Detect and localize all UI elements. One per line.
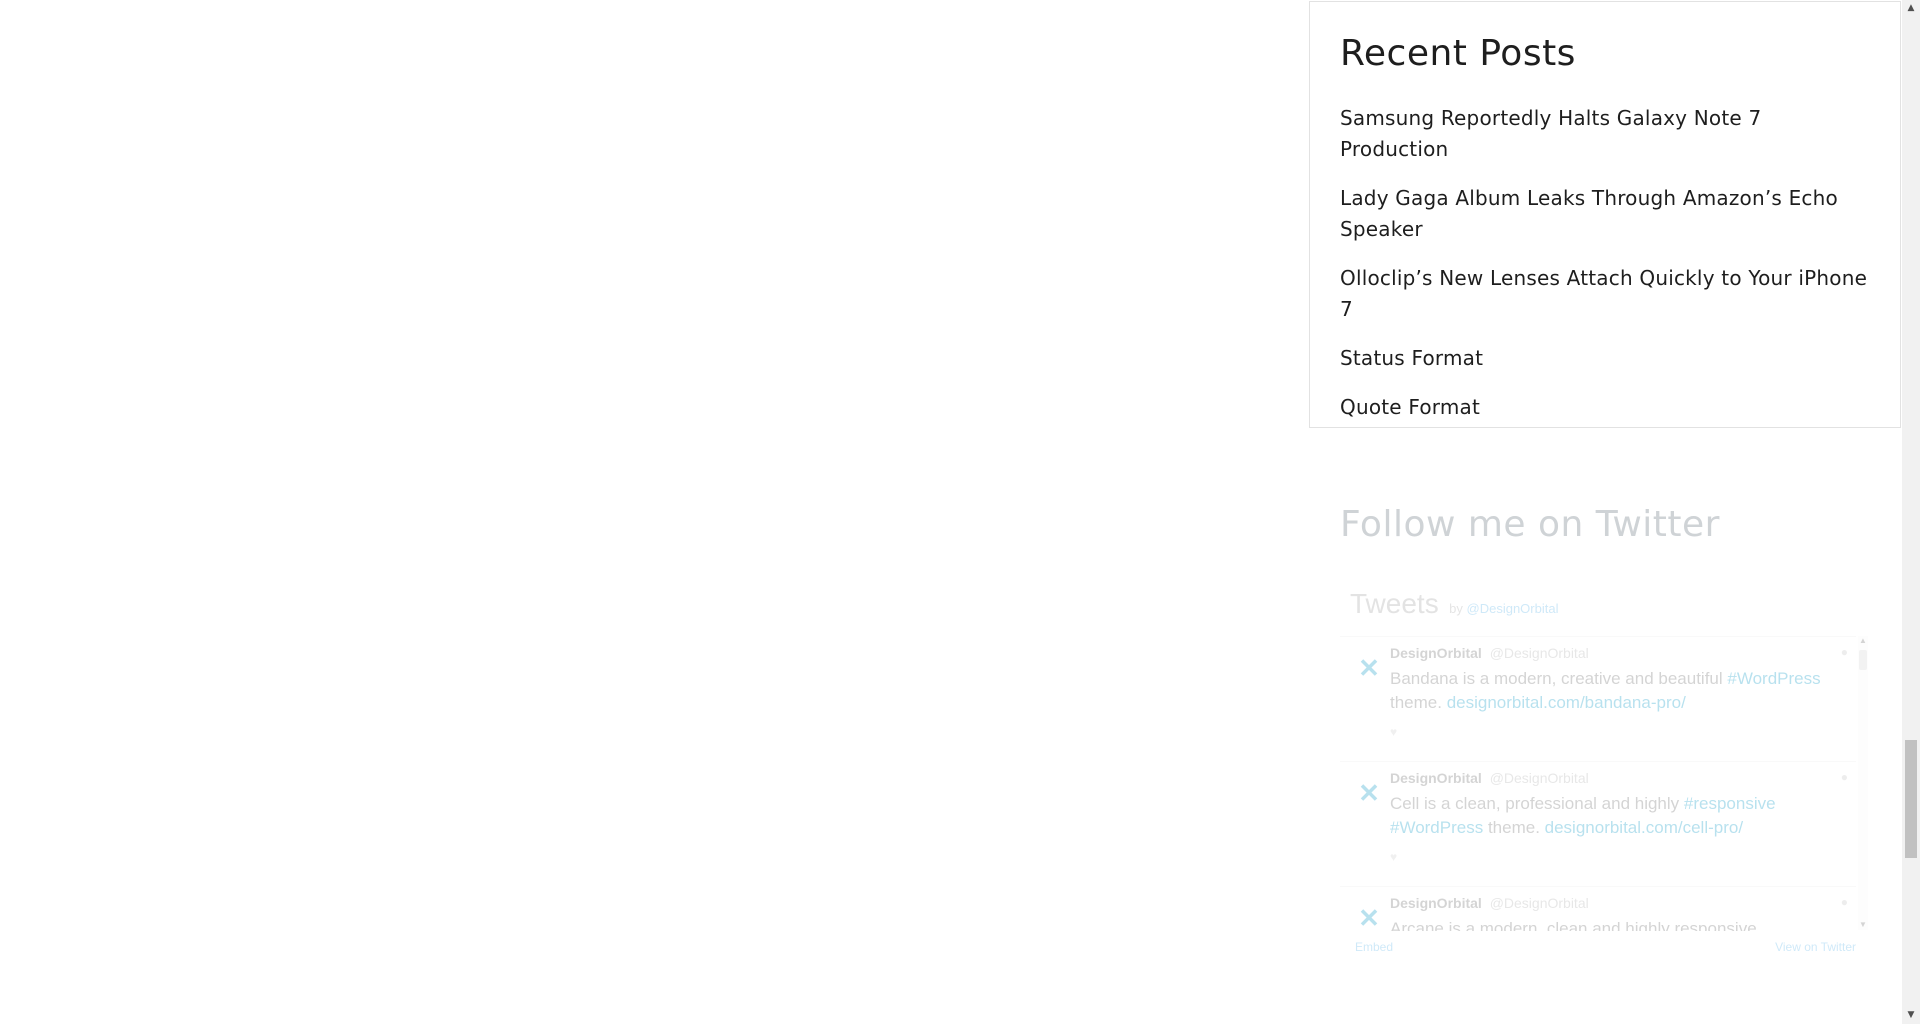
page-scrollbar[interactable]: ▲ ▼ (1902, 0, 1920, 1024)
recent-posts-list: Samsung Reportedly Halts Galaxy Note 7 P… (1340, 103, 1870, 423)
embed-link[interactable]: Embed (1355, 940, 1393, 954)
designorbital-logo-icon[interactable]: ✕ (1356, 905, 1382, 931)
tweet-text-part: theme. (1483, 818, 1545, 837)
recent-post-link[interactable]: Lady Gaga Album Leaks Through Amazon’s E… (1340, 183, 1870, 245)
twitter-bird-icon: ● (1840, 895, 1848, 909)
page-scroll-thumb[interactable] (1905, 740, 1917, 858)
arrow-down-icon[interactable]: ▼ (1858, 920, 1868, 930)
recent-post-link[interactable]: Samsung Reportedly Halts Galaxy Note 7 P… (1340, 103, 1870, 165)
tweets-header: Tweets by @DesignOrbital (1350, 588, 1558, 620)
view-on-twitter-link[interactable]: View on Twitter (1775, 940, 1856, 954)
designorbital-logo-icon[interactable]: ✕ (1356, 780, 1382, 806)
tweet-feed-scrollbar[interactable]: ▲ ▼ (1858, 636, 1868, 930)
recent-posts-widget: Recent Posts Samsung Reportedly Halts Ga… (1309, 1, 1901, 428)
arrow-up-icon[interactable]: ▲ (1858, 636, 1868, 646)
tweet-text-part: Arcane is a modern, clean and highly res… (1390, 919, 1757, 931)
recent-post-link[interactable]: Olloclip’s New Lenses Attach Quickly to … (1340, 263, 1870, 325)
list-item: Samsung Reportedly Halts Galaxy Note 7 P… (1340, 103, 1870, 165)
recent-post-link[interactable]: Status Format (1340, 343, 1870, 374)
tweets-by-label: by (1449, 601, 1463, 616)
recent-posts-title: Recent Posts (1340, 33, 1576, 74)
tweet-url-link[interactable]: designorbital.com/cell-pro/ (1545, 818, 1743, 837)
tweet-author-name[interactable]: DesignOrbital (1390, 895, 1482, 911)
list-item: Olloclip’s New Lenses Attach Quickly to … (1340, 263, 1870, 325)
tweets-title: Tweets (1350, 588, 1439, 619)
tweet-text-part: theme. (1390, 693, 1447, 712)
tweet: ✕ DesignOrbital @DesignOrbital ● Cell is… (1340, 762, 1856, 887)
tweet-author-name[interactable]: DesignOrbital (1390, 770, 1482, 786)
arrow-down-icon[interactable]: ▼ (1902, 1007, 1920, 1024)
list-item: Quote Format (1340, 392, 1870, 423)
tweet: ✕ DesignOrbital @DesignOrbital ● Arcane … (1340, 887, 1856, 931)
tweet-meta: DesignOrbital @DesignOrbital (1390, 895, 1589, 911)
tweet: ✕ DesignOrbital @DesignOrbital ● Bandana… (1340, 637, 1856, 762)
tweet-author-handle[interactable]: @DesignOrbital (1490, 770, 1589, 786)
tweet-author-handle[interactable]: @DesignOrbital (1490, 645, 1589, 661)
tweets-by-line: by @DesignOrbital (1449, 601, 1558, 616)
tweet-text-part: Bandana is a modern, creative and beauti… (1390, 669, 1728, 688)
tweets-handle-link[interactable]: @DesignOrbital (1467, 601, 1559, 616)
page: Recent Posts Samsung Reportedly Halts Ga… (0, 0, 1920, 1024)
tweet-text: Arcane is a modern, clean and highly res… (1390, 917, 1830, 931)
tweet-author-handle[interactable]: @DesignOrbital (1490, 895, 1589, 911)
tweet-feed[interactable]: ✕ DesignOrbital @DesignOrbital ● Bandana… (1340, 636, 1856, 931)
tweet-author-name[interactable]: DesignOrbital (1390, 645, 1482, 661)
list-item: Lady Gaga Album Leaks Through Amazon’s E… (1340, 183, 1870, 245)
twitter-bird-icon: ● (1840, 770, 1848, 784)
twitter-section-title: Follow me on Twitter (1340, 504, 1720, 545)
designorbital-logo-icon[interactable]: ✕ (1356, 655, 1382, 681)
tweet-hashtag-link[interactable]: #WordPress (1727, 669, 1820, 688)
tweet-text: Bandana is a modern, creative and beauti… (1390, 667, 1830, 715)
tweet-meta: DesignOrbital @DesignOrbital (1390, 770, 1589, 786)
tweet-actions[interactable]: ♥ (1390, 725, 1397, 739)
tweet-actions[interactable]: ♥ (1390, 850, 1397, 864)
tweet-text: Cell is a clean, professional and highly… (1390, 792, 1830, 840)
recent-post-link[interactable]: Quote Format (1340, 392, 1870, 423)
tweet-feed-scroll-thumb[interactable] (1859, 650, 1867, 670)
twitter-bird-icon: ● (1840, 645, 1848, 659)
tweet-text-part: Cell is a clean, professional and highly (1390, 794, 1684, 813)
list-item: Status Format (1340, 343, 1870, 374)
tweet-meta: DesignOrbital @DesignOrbital (1390, 645, 1589, 661)
twitter-timeline-widget: Tweets by @DesignOrbital ✕ DesignOrbital… (1340, 580, 1870, 970)
tweet-url-link[interactable]: designorbital.com/bandana-pro/ (1447, 693, 1686, 712)
arrow-up-icon[interactable]: ▲ (1902, 0, 1920, 17)
